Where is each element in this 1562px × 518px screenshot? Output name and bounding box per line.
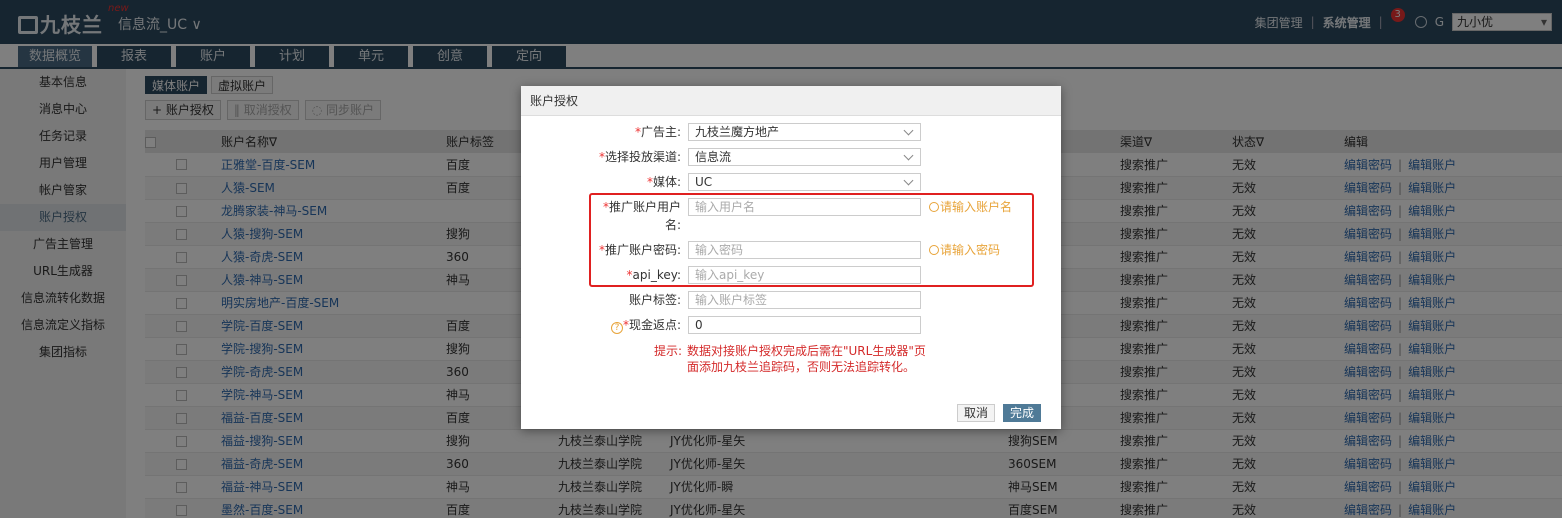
password-input[interactable]: 输入密码 — [688, 241, 921, 259]
question-icon[interactable]: ? — [610, 322, 623, 334]
media-label: *媒体: — [646, 175, 681, 189]
tag-label: 账户标签: — [628, 293, 681, 307]
password-hint: 请输入密码 — [929, 241, 1000, 259]
rebate-label: ? *现金返点: — [610, 316, 681, 334]
apikey-input[interactable]: 输入api_key — [688, 266, 921, 284]
username-input[interactable]: 输入用户名 — [688, 198, 921, 216]
advertiser-label: *广告主: — [634, 125, 681, 139]
channel-select[interactable]: 信息流 — [688, 148, 921, 166]
apikey-label: *api_key: — [626, 268, 681, 282]
account-auth-dialog: 账户授权 *广告主: 九枝兰魔方地产 *选择投放渠道: 信息流 *媒体: UC … — [521, 86, 1061, 429]
rebate-input[interactable]: 0 — [688, 316, 921, 334]
dialog-title: 账户授权 — [521, 86, 1061, 116]
tag-input[interactable]: 输入账户标签 — [688, 291, 921, 309]
complete-button[interactable]: 完成 — [1003, 404, 1042, 422]
media-select[interactable]: UC — [688, 173, 921, 191]
advertiser-select[interactable]: 九枝兰魔方地产 — [688, 123, 921, 141]
cancel-button[interactable]: 取消 — [957, 404, 996, 422]
warning-icon — [929, 202, 939, 212]
warning-icon — [929, 245, 939, 255]
password-label: *推广账户密码: — [598, 243, 681, 257]
username-label: *推广账户用户名: — [602, 200, 681, 232]
channel-label: *选择投放渠道: — [598, 150, 681, 164]
username-hint: 请输入账户名 — [929, 198, 1012, 216]
